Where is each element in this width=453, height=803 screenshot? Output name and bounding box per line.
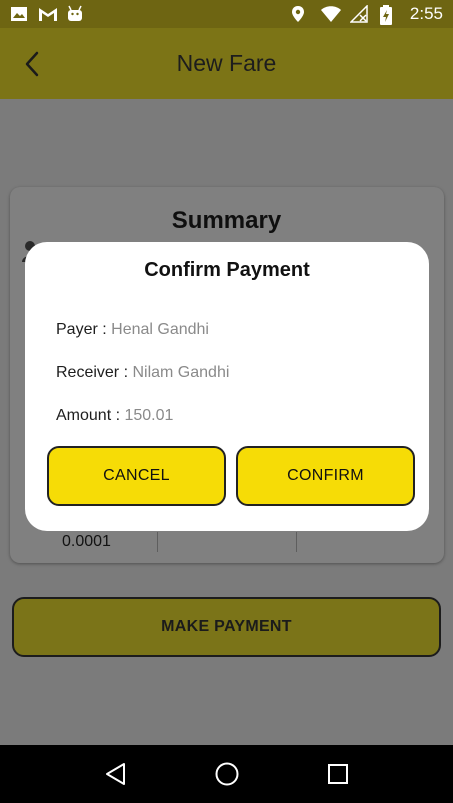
- status-time: 2:55: [409, 4, 443, 23]
- summary-divider-1: [157, 532, 158, 552]
- status-right-icons: 2:55: [290, 4, 443, 25]
- summary-divider-2: [296, 532, 297, 552]
- location-icon: [290, 5, 308, 23]
- status-left-icons: [10, 5, 84, 23]
- confirm-payment-dialog: Confirm Payment Payer : Henal Gandhi Rec…: [25, 242, 429, 531]
- signal-icon: [349, 4, 368, 23]
- amount-label: Amount :: [56, 407, 125, 424]
- back-button[interactable]: [0, 28, 64, 99]
- nav-home-button[interactable]: [207, 754, 247, 794]
- make-payment-button[interactable]: MAKE PAYMENT: [12, 597, 441, 657]
- app-bar: New Fare: [0, 28, 453, 99]
- payer-label: Payer :: [56, 321, 112, 338]
- payer-value: Henal Gandhi: [111, 321, 209, 338]
- amount-row: Amount : 150.01: [56, 407, 173, 425]
- summary-value: 0.0001: [62, 533, 111, 550]
- confirm-button[interactable]: CONFIRM: [236, 446, 415, 506]
- battery-icon: [379, 5, 398, 25]
- home-circle-icon: [215, 762, 238, 786]
- nav-back-button[interactable]: [96, 754, 136, 794]
- image-icon: [10, 5, 28, 23]
- nav-recents-button[interactable]: [318, 754, 358, 794]
- payer-row: Payer : Henal Gandhi: [56, 321, 209, 339]
- summary-title: Summary: [171, 207, 282, 234]
- receiver-value: Nilam Gandhi: [132, 364, 230, 381]
- amount-value: 150.01: [124, 407, 174, 424]
- dialog-title: Confirm Payment: [144, 259, 310, 281]
- page-title: New Fare: [176, 50, 277, 76]
- status-bar: 2:55: [0, 0, 453, 28]
- receiver-row: Receiver : Nilam Gandhi: [56, 364, 229, 382]
- back-triangle-icon: [105, 763, 125, 785]
- wifi-icon: [320, 5, 341, 23]
- gmail-icon: [38, 5, 57, 23]
- receiver-label: Receiver :: [56, 364, 133, 381]
- back-arrow-icon: [25, 51, 39, 76]
- nav-bar: [0, 745, 453, 803]
- android-icon: [66, 5, 84, 23]
- recents-square-icon: [327, 764, 348, 784]
- cancel-button[interactable]: CANCEL: [47, 446, 226, 506]
